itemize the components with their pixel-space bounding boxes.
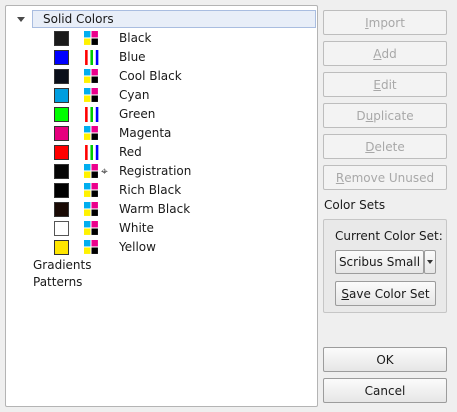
duplicate-button[interactable]: Du plicate: [323, 103, 447, 128]
delete-label-mnemonic: D: [365, 139, 375, 154]
duplicate-label-mnemonic: u: [365, 108, 374, 123]
category-1[interactable]: Patterns: [33, 274, 82, 291]
category-0[interactable]: Gradients: [33, 257, 91, 274]
color-swatch: [54, 202, 69, 217]
cmyk-grid-icon: [84, 69, 99, 84]
color-name: Cyan: [119, 88, 150, 102]
import-label-post: mport: [368, 15, 405, 30]
cmyk-grid-icon: [84, 164, 99, 179]
color-swatch: [54, 88, 69, 103]
cmyk-grid-icon: [84, 240, 99, 255]
save-color-set-label-mnemonic: S: [341, 286, 350, 301]
add-label-post: dd: [381, 46, 397, 61]
color-name: Warm Black: [119, 202, 191, 216]
color-row[interactable]: Green: [6, 105, 316, 124]
rgb-bars-icon: [84, 50, 99, 65]
cmyk-grid-icon: [84, 88, 99, 103]
color-row[interactable]: White: [6, 219, 316, 238]
save-color-set-label-post: ave Color Set: [349, 286, 430, 301]
color-name: Rich Black: [119, 183, 182, 197]
remove-unused-button[interactable]: Remove Unused: [323, 165, 447, 190]
import-button[interactable]: Import: [323, 10, 447, 35]
color-name: Magenta: [119, 126, 172, 140]
ok-button[interactable]: OK: [323, 347, 447, 372]
color-row[interactable]: Warm Black: [6, 200, 316, 219]
edit-button[interactable]: Edit: [323, 72, 447, 97]
color-row[interactable]: Yellow: [6, 238, 316, 257]
color-row[interactable]: Blue: [6, 48, 316, 67]
delete-label-post: elete: [374, 139, 405, 154]
color-name: Cool Black: [119, 69, 182, 83]
color-sets-title: Color Sets: [324, 198, 386, 212]
current-color-set-label: Current Color Set:: [335, 229, 443, 243]
edit-label-post: dit: [380, 77, 397, 92]
color-name: Black: [119, 31, 152, 45]
color-swatch: [54, 31, 69, 46]
color-name: Blue: [119, 50, 146, 64]
cmyk-grid-icon: [84, 31, 99, 46]
expand-arrow-icon[interactable]: [16, 10, 26, 28]
delete-button[interactable]: Delete: [323, 134, 447, 159]
cmyk-grid-icon: [84, 183, 99, 198]
save-color-set-button[interactable]: Save Color Set: [335, 281, 436, 306]
add-button[interactable]: Add: [323, 41, 447, 66]
color-swatch: [54, 50, 69, 65]
color-row[interactable]: ⌖ Registration: [6, 162, 316, 181]
cmyk-grid-icon: [84, 126, 99, 141]
color-name: White: [119, 221, 154, 235]
cmyk-grid-icon: [84, 202, 99, 217]
color-name: Red: [119, 145, 142, 159]
edit-label-mnemonic: E: [373, 77, 381, 92]
color-swatch: [54, 183, 69, 198]
color-swatch: [54, 240, 69, 255]
color-name: Yellow: [119, 240, 156, 254]
cmyk-grid-icon: [84, 221, 99, 236]
rgb-bars-icon: [84, 145, 99, 160]
color-row[interactable]: Cool Black: [6, 67, 316, 86]
color-swatch: [54, 107, 69, 122]
solid-colors-row[interactable]: Solid Colors: [16, 10, 316, 28]
chevron-down-icon[interactable]: [424, 250, 436, 274]
rgb-bars-icon: [84, 107, 99, 122]
duplicate-label-post: plicate: [373, 108, 414, 123]
color-row[interactable]: Cyan: [6, 86, 316, 105]
cancel-button[interactable]: Cancel: [323, 378, 447, 403]
color-swatch: [54, 69, 69, 84]
color-swatch: [54, 126, 69, 141]
remove-unused-label-post: emove Unused: [344, 170, 435, 185]
color-row[interactable]: Rich Black: [6, 181, 316, 200]
add-label-mnemonic: A: [373, 46, 382, 61]
color-name: Green: [119, 107, 156, 121]
colors-tree[interactable]: Solid Colors Black Blue Cool Black Cyan Gree…: [5, 5, 318, 407]
color-swatch: [54, 221, 69, 236]
registration-mark-icon: ⌖: [101, 164, 108, 178]
color-swatch: [54, 164, 69, 179]
color-swatch: [54, 145, 69, 160]
color-row[interactable]: Red: [6, 143, 316, 162]
duplicate-label-pre: D: [356, 108, 366, 123]
color-set-select[interactable]: Scribus Small: [335, 250, 424, 274]
color-row[interactable]: Magenta: [6, 124, 316, 143]
remove-unused-label-mnemonic: R: [335, 170, 345, 185]
color-row[interactable]: Black: [6, 29, 316, 48]
solid-colors-label[interactable]: Solid Colors: [32, 10, 316, 28]
color-name: Registration: [119, 164, 192, 178]
